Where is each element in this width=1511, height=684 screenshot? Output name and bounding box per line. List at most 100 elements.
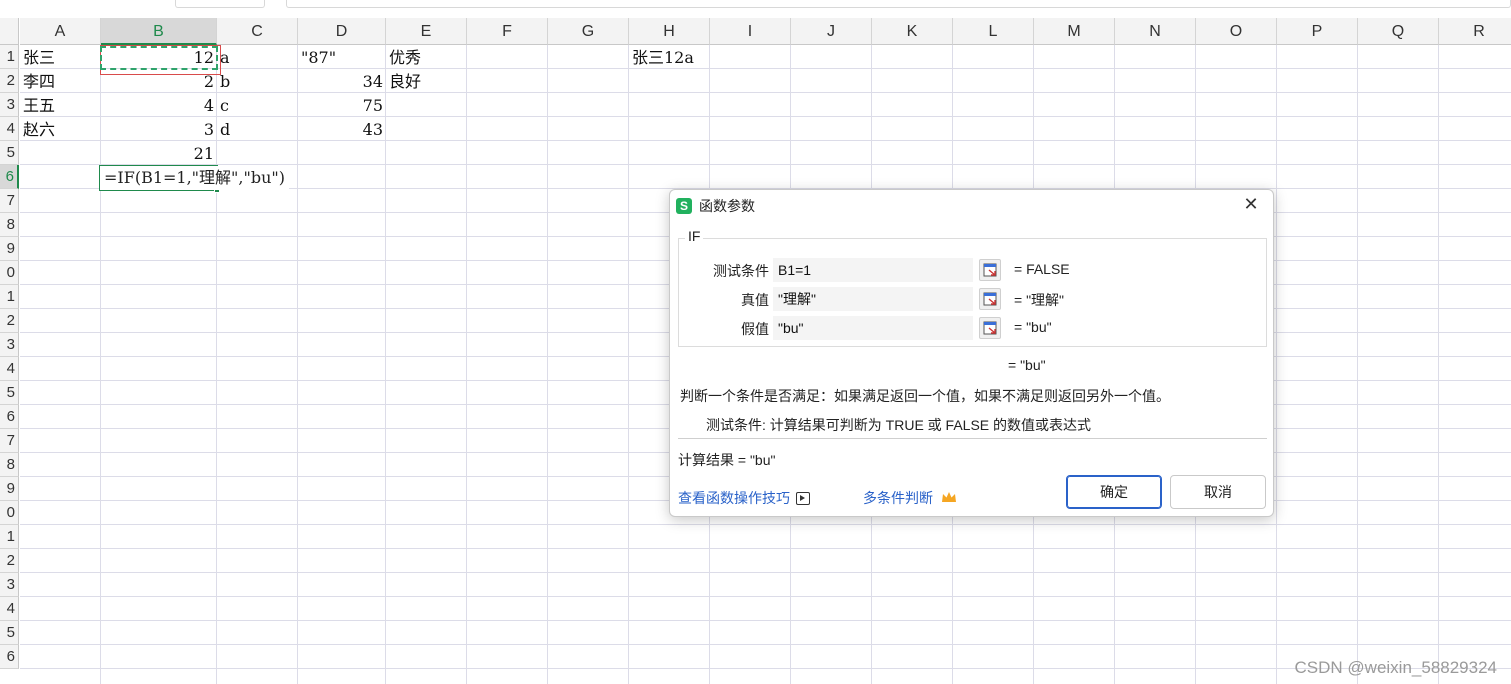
formula-bar-strip	[0, 0, 1511, 18]
arg-label: 测试条件	[713, 263, 769, 279]
cell-C2[interactable]: b	[217, 70, 298, 94]
row-header-12[interactable]: 2	[0, 309, 19, 333]
cell-E2[interactable]: 良好	[386, 70, 467, 94]
column-header-H[interactable]: H	[629, 18, 710, 45]
row-header-17[interactable]: 7	[0, 429, 19, 453]
row-header-13[interactable]: 3	[0, 333, 19, 357]
cell-E1[interactable]: 优秀	[386, 46, 467, 70]
column-header-R[interactable]: R	[1439, 18, 1511, 45]
row-header-18[interactable]: 8	[0, 453, 19, 477]
row-header-15[interactable]: 5	[0, 381, 19, 405]
row-header-8[interactable]: 8	[0, 213, 19, 237]
arg-row-true: 真值 = "理解"	[679, 287, 1266, 311]
cell-C1[interactable]: a	[217, 46, 298, 70]
false-value-input[interactable]	[773, 316, 973, 340]
cell-H1[interactable]: 张三12a	[629, 46, 749, 70]
dialog-title: 函数参数	[699, 198, 755, 214]
row-header-3[interactable]: 3	[0, 93, 19, 117]
dialog-titlebar[interactable]: S 函数参数 ✕	[670, 190, 1273, 220]
cell-A1[interactable]: 张三	[20, 46, 101, 70]
arg-label: 真值	[741, 292, 769, 308]
row-header-26[interactable]: 6	[0, 645, 19, 669]
divider	[678, 438, 1267, 439]
function-tips-link[interactable]: 查看函数操作技巧	[678, 488, 810, 508]
cell-B6-formula[interactable]: =IF(B1=1,"理解","bu")	[100, 166, 289, 190]
cell-B2[interactable]: 2	[101, 70, 217, 94]
cell-C4[interactable]: d	[217, 118, 298, 142]
ok-button[interactable]: 确定	[1066, 475, 1162, 509]
cell-B3[interactable]: 4	[101, 94, 217, 118]
function-description: 判断一个条件是否满足：如果满足返回一个值，如果不满足则返回另外一个值。	[680, 388, 1170, 404]
range-select-icon[interactable]	[979, 259, 1001, 281]
grid-line	[20, 548, 1511, 549]
row-header-7[interactable]: 7	[0, 189, 19, 213]
true-value-input[interactable]	[773, 287, 973, 311]
function-arguments-dialog: S 函数参数 ✕ IF 测试条件 = FALSE 真值 = "理解" 假值 = …	[669, 189, 1274, 517]
function-name: IF	[685, 228, 704, 244]
close-icon[interactable]: ✕	[1241, 194, 1261, 214]
range-select-icon[interactable]	[979, 317, 1001, 339]
arguments-group: IF 测试条件 = FALSE 真值 = "理解" 假值 = "bu"	[678, 228, 1267, 347]
crown-icon	[942, 492, 956, 502]
column-header-M[interactable]: M	[1034, 18, 1115, 45]
cell-B4[interactable]: 3	[101, 118, 217, 142]
cell-D2[interactable]: 34	[298, 70, 386, 94]
column-header-L[interactable]: L	[953, 18, 1034, 45]
row-header-9[interactable]: 9	[0, 237, 19, 261]
grid-line	[20, 596, 1511, 597]
column-header-Q[interactable]: Q	[1358, 18, 1439, 45]
grid-line	[20, 668, 1511, 669]
row-header-24[interactable]: 4	[0, 597, 19, 621]
column-header-E[interactable]: E	[386, 18, 467, 45]
range-select-icon[interactable]	[979, 288, 1001, 310]
video-icon	[796, 492, 810, 505]
cancel-button[interactable]: 取消	[1170, 475, 1266, 509]
grid-line	[20, 620, 1511, 621]
argument-description: 测试条件: 计算结果可判断为 TRUE 或 FALSE 的数值或表达式	[706, 417, 1092, 433]
column-header-A[interactable]: A	[20, 18, 101, 45]
row-header-11[interactable]: 1	[0, 285, 19, 309]
cell-D3[interactable]: 75	[298, 94, 386, 118]
row-header-19[interactable]: 9	[0, 477, 19, 501]
row-header-10[interactable]: 0	[0, 261, 19, 285]
cell-A4[interactable]: 赵六	[20, 118, 101, 142]
cell-B1[interactable]: 12	[101, 46, 217, 70]
row-header-1[interactable]: 1	[0, 45, 19, 69]
arg-row-test: 测试条件 = FALSE	[679, 258, 1266, 282]
column-header-B[interactable]: B	[101, 18, 217, 45]
row-header-4[interactable]: 4	[0, 117, 19, 141]
watermark: CSDN @weixin_58829324	[1294, 658, 1497, 677]
calculation-result: 计算结果 = "bu"	[678, 452, 776, 468]
row-header-22[interactable]: 2	[0, 549, 19, 573]
row-header-25[interactable]: 5	[0, 621, 19, 645]
row-header-2[interactable]: 2	[0, 69, 19, 93]
cell-A2[interactable]: 李四	[20, 70, 101, 94]
column-header-P[interactable]: P	[1277, 18, 1358, 45]
select-all-corner[interactable]	[0, 18, 19, 45]
row-header-6[interactable]: 6	[0, 165, 19, 189]
multi-condition-link[interactable]: 多条件判断	[863, 488, 957, 508]
cell-D1[interactable]: "87"	[298, 46, 386, 70]
row-header-5[interactable]: 5	[0, 141, 19, 165]
cell-B5[interactable]: 21	[101, 142, 217, 166]
cell-C3[interactable]: c	[217, 94, 298, 118]
column-header-I[interactable]: I	[710, 18, 791, 45]
row-header-21[interactable]: 1	[0, 525, 19, 549]
cell-D4[interactable]: 43	[298, 118, 386, 142]
grid-line	[20, 524, 1511, 525]
column-header-O[interactable]: O	[1196, 18, 1277, 45]
row-header-16[interactable]: 6	[0, 405, 19, 429]
row-header-23[interactable]: 3	[0, 573, 19, 597]
arg-result: = FALSE	[1014, 261, 1070, 277]
column-header-G[interactable]: G	[548, 18, 629, 45]
column-header-C[interactable]: C	[217, 18, 298, 45]
column-header-F[interactable]: F	[467, 18, 548, 45]
row-header-14[interactable]: 4	[0, 357, 19, 381]
column-header-J[interactable]: J	[791, 18, 872, 45]
row-header-20[interactable]: 0	[0, 501, 19, 525]
cell-A3[interactable]: 王五	[20, 94, 101, 118]
test-condition-input[interactable]	[773, 258, 973, 282]
column-header-D[interactable]: D	[298, 18, 386, 45]
column-header-K[interactable]: K	[872, 18, 953, 45]
column-header-N[interactable]: N	[1115, 18, 1196, 45]
